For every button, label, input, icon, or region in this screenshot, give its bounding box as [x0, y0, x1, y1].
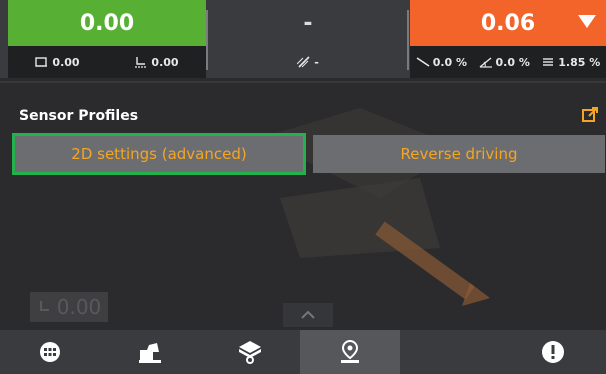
nav-location-button[interactable]: [300, 330, 400, 374]
left-value: 0.00: [79, 10, 135, 36]
mid-value: -: [303, 10, 313, 36]
nav-empty-slot: [400, 330, 500, 374]
bucket-right-icon: [135, 57, 148, 68]
expand-up-button[interactable]: [283, 303, 333, 327]
right-value: 0.06: [480, 10, 536, 36]
divider: [407, 10, 409, 70]
right-sub-1: 0.0 %: [416, 56, 467, 69]
2d-settings-advanced-button[interactable]: 2D settings (advanced): [12, 133, 306, 175]
bucket-icon: [39, 301, 49, 311]
right-sub-3: 1.85 %: [541, 56, 600, 69]
divider: [206, 10, 208, 70]
alert-icon: [542, 341, 564, 363]
main-slope-icon: [479, 57, 492, 68]
nav-alert-button[interactable]: [500, 330, 606, 374]
right-sub-2: 0.0 %: [479, 56, 530, 69]
bucket-left-icon: [35, 57, 49, 67]
sensor-icon: [239, 341, 261, 364]
menu-icon: [40, 342, 60, 362]
bottom-navigation: [0, 330, 606, 374]
location-pin-icon: [341, 339, 359, 363]
cut-fill-indicator[interactable]: 0.00 0.00 0.00: [8, 0, 206, 78]
nav-menu-button[interactable]: [0, 330, 100, 374]
nav-machine-button[interactable]: [100, 330, 200, 374]
middle-indicator[interactable]: - -: [209, 0, 407, 78]
left-sub-2: 0.00: [134, 56, 179, 69]
slope-indicator[interactable]: 0.06 0.0 % 0.0 % 1.85 %: [410, 0, 606, 78]
indicator-bar: 0.00 0.00 0.00 - - 0.06 0.0 % 0.0 % 1.85…: [0, 0, 606, 78]
external-link-icon[interactable]: [581, 106, 599, 124]
chevron-up-icon: [301, 310, 315, 319]
reverse-driving-button[interactable]: Reverse driving: [313, 135, 605, 173]
faded-height-indicator: 0.00: [30, 292, 108, 322]
left-sub-1: 0.00: [35, 56, 80, 69]
sensor-profiles-title: Sensor Profiles: [19, 108, 139, 124]
triangle-down-icon: [578, 15, 596, 28]
slope-hatch-icon: [297, 56, 310, 68]
layers-icon: [543, 58, 554, 66]
nav-sensor-button[interactable]: [200, 330, 300, 374]
mid-sub: -: [297, 56, 319, 69]
machine-icon: [139, 343, 161, 363]
cross-slope-icon: [416, 57, 430, 67]
